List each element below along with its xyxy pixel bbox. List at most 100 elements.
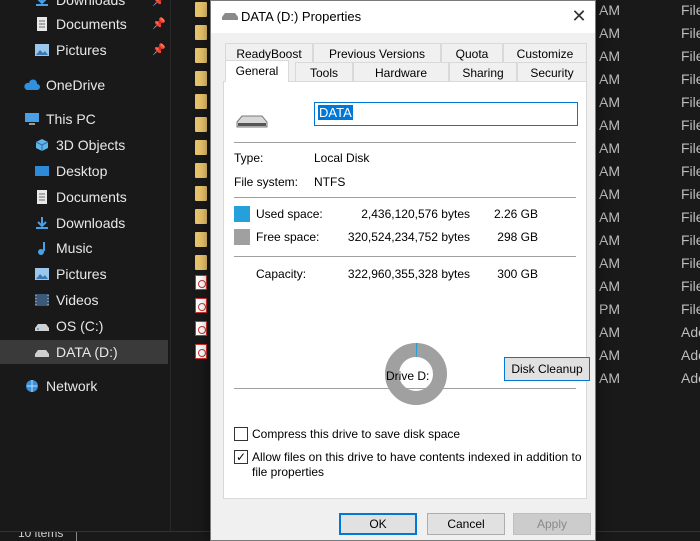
- folder-icon: [195, 48, 207, 63]
- apply-button[interactable]: Apply: [513, 513, 591, 535]
- pdf-icon: [195, 298, 207, 313]
- disk-cleanup-button[interactable]: Disk Cleanup: [504, 357, 590, 381]
- separator: [234, 142, 576, 143]
- file-list-icons: [170, 0, 212, 531]
- tab-security[interactable]: Security: [517, 62, 587, 82]
- cube-icon: [34, 138, 50, 152]
- tab-previous-versions[interactable]: Previous Versions: [313, 43, 441, 63]
- type-label: Type:: [234, 151, 264, 165]
- folder-icon: [195, 25, 207, 40]
- file-type: File: [681, 117, 700, 133]
- compress-checkbox[interactable]: [234, 427, 248, 441]
- tab-general[interactable]: General: [225, 60, 289, 82]
- modified-time-suffix: AM: [599, 347, 620, 363]
- nav-item-network[interactable]: Network: [24, 374, 192, 398]
- file-type: File: [681, 209, 700, 225]
- free-space-bytes: 320,524,234,752 bytes: [347, 230, 470, 244]
- file-type: File: [681, 2, 700, 18]
- separator: [234, 388, 576, 389]
- cloud-icon: [24, 78, 40, 92]
- desktop-icon: [34, 164, 50, 178]
- free-space-swatch: [234, 229, 250, 245]
- drive-icon: [34, 345, 50, 359]
- drive-icon: [236, 115, 268, 128]
- properties-dialog: DATA (D:) Properties ✕ ReadyBoost Previo…: [210, 0, 596, 541]
- file-type: Ado: [681, 324, 700, 340]
- file-type: File: [681, 25, 700, 41]
- cancel-button[interactable]: Cancel: [427, 513, 505, 535]
- close-button[interactable]: ✕: [566, 6, 592, 28]
- tab-tools[interactable]: Tools: [295, 62, 353, 82]
- pin-icon: 📌: [152, 44, 166, 56]
- tab-customize[interactable]: Customize: [503, 43, 587, 63]
- pdf-icon: [195, 344, 207, 359]
- tab-hardware[interactable]: Hardware: [353, 62, 449, 82]
- type-value: Local Disk: [314, 151, 370, 165]
- tab-quota[interactable]: Quota: [441, 43, 503, 63]
- free-space-size: 298 GB: [497, 230, 538, 244]
- file-type: File: [681, 94, 700, 110]
- modified-time-suffix: AM: [599, 117, 620, 133]
- item-count: 10 items: [18, 531, 64, 540]
- documents-icon: [34, 190, 50, 204]
- index-checkbox[interactable]: ✓: [234, 450, 248, 464]
- file-system-label: File system:: [234, 175, 299, 189]
- folder-icon: [195, 117, 207, 132]
- volume-name-input[interactable]: DATA: [314, 102, 578, 126]
- folder-icon: [195, 186, 207, 201]
- status-divider: [76, 532, 77, 541]
- pdf-icon: [195, 321, 207, 336]
- index-label-line1: Allow files on this drive to have conten…: [252, 450, 582, 464]
- modified-time-suffix: PM: [599, 301, 620, 317]
- folder-icon: [195, 71, 207, 86]
- file-type: File: [681, 140, 700, 156]
- folder-icon: [195, 255, 207, 270]
- tab-sharing[interactable]: Sharing: [449, 62, 517, 82]
- separator: [234, 197, 576, 198]
- modified-time-suffix: AM: [599, 25, 620, 41]
- general-tab-panel: DATA Type: Local Disk File system: NTFS …: [223, 81, 590, 499]
- modified-time-suffix: AM: [599, 94, 620, 110]
- file-list-columns: AM File AM File AM File AM File AM File AM File AM Fi…: [595, 0, 700, 531]
- network-icon: [24, 379, 40, 393]
- index-label-line2: file properties: [252, 465, 325, 479]
- volume-name-value: DATA: [318, 105, 353, 120]
- pdf-icon: [195, 275, 207, 290]
- modified-time-suffix: AM: [599, 370, 620, 386]
- modified-time-suffix: AM: [599, 324, 620, 340]
- file-system-value: NTFS: [314, 175, 346, 189]
- nav-item-this-pc[interactable]: This PC: [24, 107, 192, 131]
- pictures-icon: [34, 267, 50, 281]
- separator: [234, 256, 576, 257]
- modified-time-suffix: AM: [599, 255, 620, 271]
- modified-time-suffix: AM: [599, 209, 620, 225]
- folder-icon: [195, 163, 207, 178]
- title-bar[interactable]: DATA (D:) Properties ✕: [211, 1, 595, 33]
- nav-item-data-d[interactable]: DATA (D:): [0, 340, 168, 364]
- documents-icon: [34, 17, 50, 31]
- file-type: Ado: [681, 370, 700, 386]
- download-arrow-icon: [34, 0, 50, 7]
- video-icon: [34, 293, 50, 307]
- modified-time-suffix: AM: [599, 71, 620, 87]
- used-space-label: Used space:: [256, 207, 323, 221]
- used-space-size: 2.26 GB: [493, 207, 538, 221]
- file-type: File: [681, 278, 700, 294]
- file-type: File: [681, 48, 700, 64]
- file-type: Ado: [681, 347, 700, 363]
- used-space-bytes: 2,436,120,576 bytes: [361, 207, 470, 221]
- modified-time-suffix: AM: [599, 163, 620, 179]
- folder-icon: [195, 94, 207, 109]
- capacity-bytes: 322,960,355,328 bytes: [347, 267, 470, 281]
- drive-icon: [34, 319, 50, 333]
- pictures-icon: [34, 43, 50, 57]
- nav-item-onedrive[interactable]: OneDrive: [24, 73, 192, 97]
- file-type: File: [681, 232, 700, 248]
- file-type: File: [681, 71, 700, 87]
- file-type: File: [681, 301, 700, 317]
- free-space-label: Free space:: [256, 230, 320, 244]
- compress-label: Compress this drive to save disk space: [252, 427, 461, 441]
- music-note-icon: [34, 241, 50, 255]
- ok-button[interactable]: OK: [339, 513, 417, 535]
- file-type: File: [681, 255, 700, 271]
